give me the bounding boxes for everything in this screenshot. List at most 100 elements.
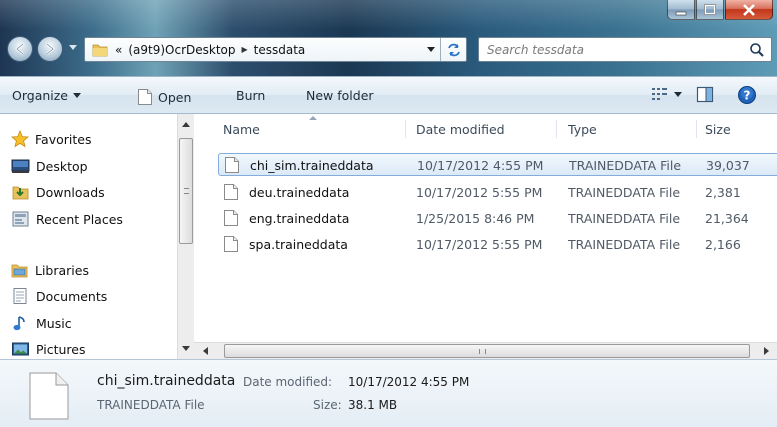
minimize-button[interactable] [667,0,695,20]
back-arrow-icon [15,43,24,55]
file-name: deu.traineddata [249,185,350,200]
nav-favorites-label: Favorites [35,131,92,147]
nav-item-documents[interactable]: Documents [11,285,107,307]
maximize-icon [704,3,716,15]
file-name: chi_sim.traineddata [250,158,374,173]
column-divider[interactable] [696,120,697,138]
address-bar[interactable]: « (a9t9)OcrDesktop ▶ tessdata [84,37,467,62]
file-icon [224,236,238,252]
nav-item-pictures-label: Pictures [36,341,86,357]
details-pane: chi_sim.traineddata Date modified: 10/17… [0,359,777,427]
recent-pages-dropdown[interactable] [69,45,77,50]
nav-item-desktop[interactable]: Desktop [11,155,88,177]
desktop-icon [11,157,30,176]
scroll-right-icon[interactable] [764,347,769,355]
file-name: spa.traineddata [249,237,348,252]
column-divider[interactable] [405,120,406,138]
grip-icon [479,349,486,354]
nav-item-recent-places[interactable]: Recent Places [11,208,123,230]
breadcrumb: « (a9t9)OcrDesktop ▶ tessdata [115,43,305,57]
file-type: TRAINEDDATA File [568,185,681,200]
address-history-dropdown[interactable] [427,47,435,52]
search-icon[interactable] [749,42,765,58]
forward-arrow-icon [46,43,55,55]
open-button[interactable]: Open [137,88,191,106]
burn-button[interactable]: Burn [236,88,265,103]
maximize-button[interactable] [696,0,724,20]
nav-item-pictures[interactable]: Pictures [11,338,86,360]
close-button[interactable] [725,0,773,20]
scroll-down-icon[interactable] [182,346,190,351]
scroll-up-icon[interactable] [182,122,190,127]
breadcrumb-item-parent[interactable]: (a9t9)OcrDesktop [128,43,235,57]
breadcrumb-item-current[interactable]: tessdata [254,43,306,57]
details-file-name: chi_sim.traineddata [97,373,236,389]
column-header-size[interactable]: Size [705,122,731,137]
nav-item-documents-label: Documents [36,288,108,304]
file-name: eng.traineddata [249,211,350,226]
nav-item-music-label: Music [36,315,72,331]
burn-label: Burn [236,88,266,103]
scroll-left-icon[interactable] [203,347,208,355]
command-bar: Organize Open Burn New folder ? [0,76,777,114]
preview-pane-icon [696,86,714,103]
search-box[interactable] [478,37,772,62]
nav-item-downloads[interactable]: Downloads [11,181,105,203]
file-icon [225,157,239,173]
navigation-pane-scrollbar[interactable] [177,114,194,359]
pictures-icon [11,340,30,359]
file-size: 2,381 [705,185,741,200]
scrollbar-thumb[interactable] [179,138,193,244]
file-icon [138,89,152,105]
column-divider[interactable] [556,120,557,138]
music-icon [11,314,30,333]
downloads-folder-icon [11,183,30,202]
details-file-type: TRAINEDDATA File [97,398,205,412]
file-type: TRAINEDDATA File [568,237,681,252]
details-size-label: Size: [313,398,342,412]
views-chevron-down-icon [674,91,682,97]
file-row-selected[interactable]: chi_sim.traineddata 10/17/2012 4:55 PM T… [218,153,777,176]
organize-button[interactable]: Organize [12,88,81,103]
column-header-name[interactable]: Name [223,122,260,137]
search-input[interactable] [487,42,737,57]
file-row[interactable]: eng.traineddata 1/25/2015 8:46 PM TRAINE… [218,207,777,230]
back-button[interactable] [7,36,33,62]
file-row[interactable]: deu.traineddata 10/17/2012 5:55 PM TRAIN… [218,181,777,204]
nav-libraries[interactable]: Libraries [10,259,89,281]
preview-pane-button[interactable] [696,86,714,103]
breadcrumb-separator-icon[interactable]: ▶ [242,45,248,54]
file-date: 10/17/2012 5:55 PM [416,185,543,200]
views-icon [652,88,667,100]
file-list-horizontal-scrollbar[interactable] [194,342,777,359]
file-list: Name Date modified Type Size chi_sim.tra… [194,114,777,342]
file-row[interactable]: spa.traineddata 10/17/2012 5:55 PM TRAIN… [218,233,777,256]
new-folder-button[interactable]: New folder [306,88,374,103]
nav-item-recent-places-label: Recent Places [36,211,123,227]
nav-favorites[interactable]: Favorites [10,128,91,150]
file-icon [224,210,238,226]
help-button[interactable]: ? [737,85,757,105]
forward-button[interactable] [37,36,63,62]
file-type: TRAINEDDATA File [569,158,682,173]
help-icon: ? [738,86,756,104]
file-date: 1/25/2015 8:46 PM [416,211,535,226]
folder-icon [92,44,108,56]
file-type: TRAINEDDATA File [568,211,681,226]
libraries-icon [10,261,29,280]
minimize-icon [675,11,687,15]
organize-label: Organize [12,88,68,103]
nav-item-desktop-label: Desktop [36,158,88,174]
views-button[interactable] [651,86,682,102]
file-date: 10/17/2012 5:55 PM [416,237,543,252]
column-header-type[interactable]: Type [568,122,597,137]
column-header-date-modified[interactable]: Date modified [416,122,505,137]
breadcrumb-overflow[interactable]: « [115,43,122,57]
scrollbar-thumb[interactable] [224,344,750,358]
file-date: 10/17/2012 4:55 PM [417,158,544,173]
details-date-label: Date modified: [243,375,333,389]
refresh-button[interactable] [440,38,466,61]
nav-item-music[interactable]: Music [11,312,72,334]
file-size: 39,037 [706,158,750,173]
navigation-pane: Favorites Desktop Downloads Recent Place… [0,114,176,359]
